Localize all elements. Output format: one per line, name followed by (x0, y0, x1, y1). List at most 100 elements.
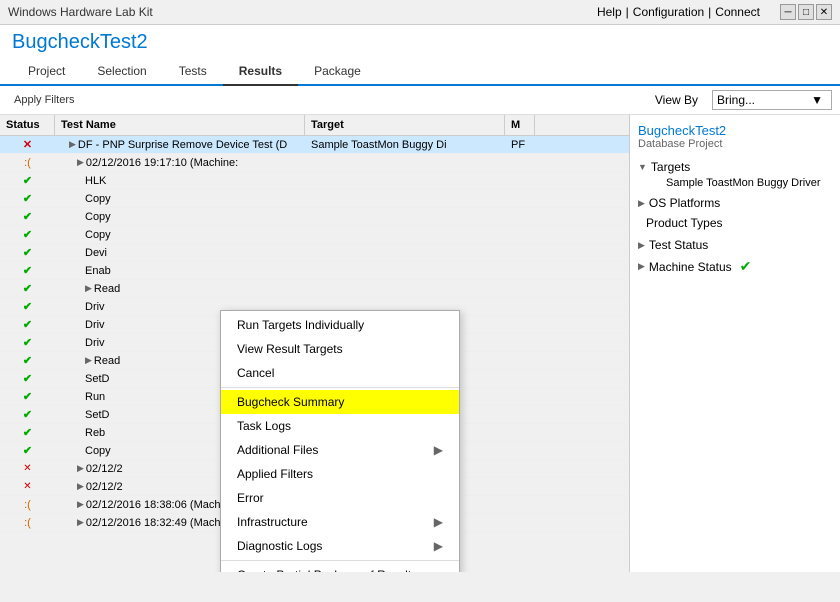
menu-item-infrastructure[interactable]: Infrastructure ▶ (221, 510, 459, 534)
menu-item-task-logs[interactable]: Task Logs (221, 414, 459, 438)
view-by-dropdown[interactable]: Bring... ▼ (712, 90, 832, 110)
status-cell: :( (0, 156, 55, 170)
tree-item-machine-status[interactable]: ▶ Machine Status ✔ (638, 256, 832, 277)
check-icon: ✔ (23, 246, 32, 259)
expand-icon[interactable]: ▶ (77, 157, 84, 168)
tab-tests[interactable]: Tests (163, 58, 223, 84)
tab-results[interactable]: Results (223, 58, 298, 86)
table-row[interactable]: ✔ Copy (0, 226, 629, 244)
restore-button[interactable]: □ (798, 4, 814, 20)
m-cell (505, 360, 535, 362)
col-header-target: Target (305, 115, 505, 135)
tab-project[interactable]: Project (12, 58, 81, 84)
name-cell: Copy (55, 210, 305, 224)
tree-item-product-types[interactable]: Product Types (638, 214, 832, 232)
menu-item-applied-filters[interactable]: Applied Filters (221, 462, 459, 486)
menu-item-diagnostic-logs[interactable]: Diagnostic Logs ▶ (221, 534, 459, 558)
sep1: | (626, 5, 629, 19)
expand-icon[interactable]: ▶ (77, 499, 84, 510)
check-icon: ✔ (23, 372, 32, 385)
target-cell (305, 162, 505, 164)
table-header: Status Test Name Target M (0, 115, 629, 136)
table-row[interactable]: ✔ Enab (0, 262, 629, 280)
table-row[interactable]: ✔ Copy (0, 190, 629, 208)
name-cell: Devi (55, 246, 305, 260)
sad-icon: :( (24, 499, 31, 511)
submenu-arrow-icon: ▶ (434, 515, 443, 529)
app-name: Windows Hardware Lab Kit (8, 5, 153, 19)
view-by-label: View By (655, 93, 698, 107)
m-cell (505, 180, 535, 182)
close-button[interactable]: ✕ (816, 4, 832, 20)
status-cell: ✔ (0, 353, 55, 368)
check-icon: ✔ (23, 444, 32, 457)
m-cell (505, 504, 535, 506)
name-cell: Copy (55, 192, 305, 206)
col-header-name: Test Name (55, 115, 305, 135)
expand-icon: ▶ (638, 261, 645, 272)
tree-item-os-platforms[interactable]: ▶ OS Platforms (638, 194, 832, 212)
status-cell: ✔ (0, 299, 55, 314)
right-panel: BugcheckTest2 Database Project ▼ Targets… (630, 115, 840, 572)
tree-item-test-status[interactable]: ▶ Test Status (638, 236, 832, 254)
menu-item-label: Bugcheck Summary (237, 395, 344, 409)
status-cell: ✔ (0, 389, 55, 404)
sad-icon: :( (24, 157, 31, 169)
check-icon: ✔ (23, 318, 32, 331)
table-row[interactable]: ✔ ▶ Read (0, 280, 629, 298)
menu-item-run-targets[interactable]: Run Targets Individually (221, 313, 459, 337)
menu-item-view-result-targets[interactable]: View Result Targets (221, 337, 459, 361)
check-icon: ✔ (23, 264, 32, 277)
tab-selection[interactable]: Selection (81, 58, 162, 84)
check-icon: ✔ (23, 192, 32, 205)
name-cell: Enab (55, 264, 305, 278)
status-cell: ✔ (0, 317, 55, 332)
check-icon: ✔ (23, 426, 32, 439)
table-row[interactable]: ✕ ▶ DF - PNP Surprise Remove Device Test… (0, 136, 629, 154)
expand-icon[interactable]: ▶ (77, 517, 84, 528)
expand-icon[interactable]: ▶ (77, 463, 84, 474)
status-cell: ✔ (0, 191, 55, 206)
menu-item-create-partial[interactable]: Create Partial Package of Result (221, 563, 459, 572)
m-cell (505, 288, 535, 290)
m-cell (505, 468, 535, 470)
apply-filters-button[interactable]: Apply Filters (8, 92, 81, 108)
m-cell (505, 234, 535, 236)
menu-item-bugcheck-summary[interactable]: Bugcheck Summary (221, 390, 459, 414)
expand-icon[interactable]: ▶ (85, 283, 92, 294)
title-bar: Windows Hardware Lab Kit Help | Configur… (0, 0, 840, 25)
status-cell: ✔ (0, 263, 55, 278)
table-row[interactable]: :( ▶ 02/12/2016 19:17:10 (Machine: (0, 154, 629, 172)
menu-item-additional-files[interactable]: Additional Files ▶ (221, 438, 459, 462)
m-cell (505, 342, 535, 344)
tab-package[interactable]: Package (298, 58, 377, 84)
m-cell (505, 306, 535, 308)
table-row[interactable]: ✔ Copy (0, 208, 629, 226)
menu-separator (221, 387, 459, 388)
table-row[interactable]: ✔ Devi (0, 244, 629, 262)
expand-icon[interactable]: ▶ (85, 355, 92, 366)
status-cell: ✕ (0, 462, 55, 475)
expand-icon[interactable]: ▶ (77, 481, 84, 492)
m-cell (505, 216, 535, 218)
sad-icon: :( (24, 517, 31, 529)
menu-item-cancel[interactable]: Cancel (221, 361, 459, 385)
target-cell (305, 270, 505, 272)
help-link[interactable]: Help (597, 5, 622, 19)
menu-item-error[interactable]: Error (221, 486, 459, 510)
check-icon: ✔ (23, 228, 32, 241)
m-cell: PF (505, 138, 535, 152)
minimize-button[interactable]: ─ (780, 4, 796, 20)
connect-link[interactable]: Connect (715, 5, 760, 19)
col-header-status: Status (0, 115, 55, 135)
expand-icon[interactable]: ▶ (69, 139, 76, 150)
tree-item-targets[interactable]: ▼ Targets (638, 158, 832, 176)
tree-label: OS Platforms (649, 196, 720, 210)
name-cell: HLK (55, 174, 305, 188)
name-cell: ▶ Read (55, 282, 305, 296)
menu-item-label: Applied Filters (237, 467, 313, 481)
x-icon: ✕ (23, 463, 31, 474)
table-row[interactable]: ✔ HLK (0, 172, 629, 190)
dropdown-arrow-icon: ▼ (811, 93, 823, 107)
configuration-link[interactable]: Configuration (633, 5, 704, 19)
